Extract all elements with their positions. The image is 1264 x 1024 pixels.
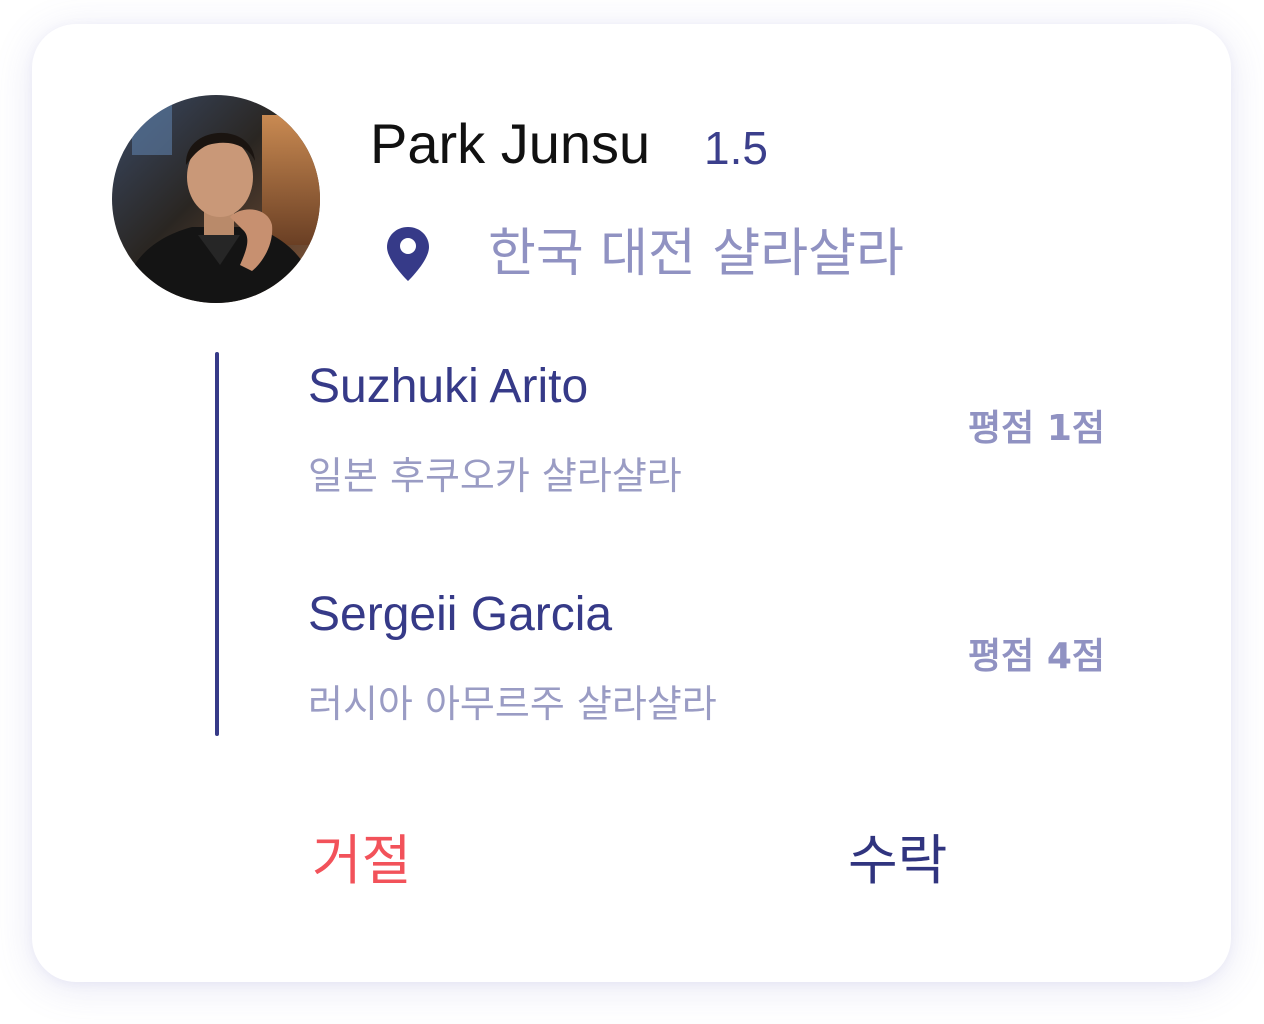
profile-location: 한국 대전 샬라샬라 [488,224,904,284]
history-location: 러시아 아무르주 샬라샬라 [308,682,717,726]
location-pin-icon [387,227,429,281]
reject-button[interactable]: 거절 [312,826,411,896]
profile-name: Park Junsu [370,112,651,175]
profile-rating: 1.5 [704,122,768,174]
history-location: 일본 후쿠오카 샬라샬라 [308,454,682,498]
accept-button[interactable]: 수락 [848,826,947,896]
user-photo-icon [112,95,320,303]
timeline-divider [215,352,219,736]
history-score: 평점 4점 [968,636,1105,677]
history-name: Suzhuki Arito [308,360,589,413]
avatar [112,95,320,303]
history-name: Sergeii Garcia [308,588,613,641]
request-card: Park Junsu 1.5 한국 대전 샬라샬라 Suzhuki Arito … [32,24,1231,982]
history-score: 평점 1점 [968,408,1105,449]
